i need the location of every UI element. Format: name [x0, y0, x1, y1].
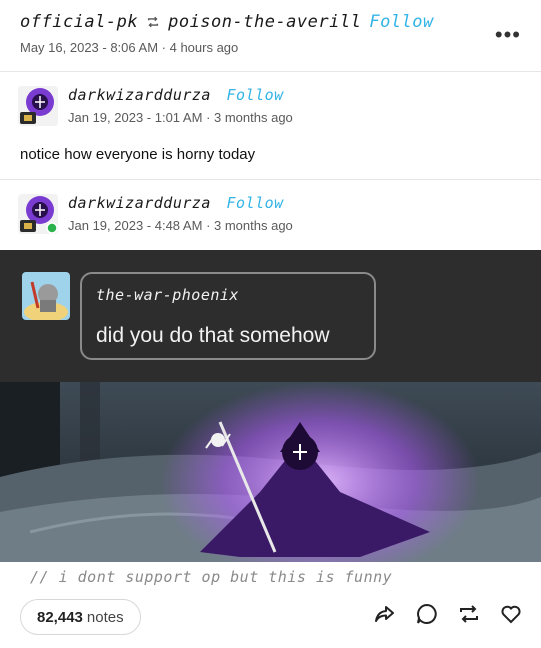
trail-header: darkwizarddurza Follow [68, 86, 284, 104]
post-artwork-image[interactable] [0, 382, 541, 562]
dark-wizard-artwork [0, 382, 541, 562]
separator-dot: · [206, 218, 215, 233]
share-icon [375, 606, 394, 622]
reply-icon [417, 603, 437, 624]
knight-avatar-icon [22, 272, 70, 320]
follow-button[interactable]: Follow [369, 12, 433, 32]
notes-button[interactable]: 82,443 notes [20, 599, 141, 635]
notes-count: 82,443 [37, 608, 83, 626]
post-author-link[interactable]: official-pk [20, 12, 138, 32]
post-footer: 82,443 notes [0, 596, 541, 648]
trail-header: darkwizarddurza Follow [68, 194, 284, 212]
avatar[interactable] [18, 86, 58, 126]
wizard-avatar-icon [18, 194, 58, 234]
reblogged-from-link[interactable]: poison-the-averill [168, 12, 361, 32]
like-icon [501, 605, 521, 624]
wizard-avatar-icon [18, 86, 58, 126]
trail-date[interactable]: Jan 19, 2023 - 1:01 AM [68, 110, 202, 125]
follow-button[interactable]: Follow [227, 86, 284, 104]
like-button[interactable] [499, 602, 523, 626]
reblog-button[interactable] [457, 602, 481, 626]
more-icon[interactable]: ••• [495, 22, 521, 48]
trail-relative-time: 3 months ago [214, 218, 293, 233]
reply-button[interactable] [415, 602, 439, 626]
reply-avatar [22, 272, 70, 320]
post-caption: // i dont support op but this is funny [30, 568, 393, 586]
trail-username-link[interactable]: darkwizarddurza [68, 194, 211, 212]
embedded-reply-screenshot: the-war-phoenix did you do that somehow [0, 250, 541, 382]
reply-username: the-war-phoenix [96, 286, 239, 304]
trail-relative-time: 3 months ago [214, 110, 293, 125]
post-actions [373, 602, 523, 626]
trail-date[interactable]: Jan 19, 2023 - 4:48 AM [68, 218, 202, 233]
share-button[interactable] [373, 602, 397, 626]
follow-button[interactable]: Follow [227, 194, 284, 212]
post-relative-time: 4 hours ago [169, 40, 239, 55]
reblog-trail-item: darkwizarddurza Follow Jan 19, 2023 - 1:… [0, 72, 541, 180]
trail-timestamp: Jan 19, 2023 - 1:01 AM · 3 months ago [68, 110, 293, 125]
reply-text: did you do that somehow [96, 324, 330, 347]
post-timestamp: May 16, 2023 - 8:06 AM · 4 hours ago [20, 40, 238, 55]
notes-label: notes [86, 608, 124, 626]
trail-username-link[interactable]: darkwizarddurza [68, 86, 211, 104]
separator-dot: · [206, 110, 215, 125]
trail-body-text: notice how everyone is horny today [20, 146, 256, 163]
post-attribution: official-pk poison-the-averill Follow [20, 12, 434, 32]
separator-dot: · [161, 40, 170, 55]
reblog-mini-icon [148, 16, 159, 28]
reply-bubble: the-war-phoenix did you do that somehow [80, 272, 376, 360]
reblog-trail-item: darkwizarddurza Follow Jan 19, 2023 - 4:… [0, 180, 541, 250]
post-header: official-pk poison-the-averill Follow Ma… [0, 0, 541, 72]
avatar[interactable] [18, 194, 58, 234]
trail-timestamp: Jan 19, 2023 - 4:48 AM · 3 months ago [68, 218, 293, 233]
reblog-icon [460, 605, 478, 623]
post-date[interactable]: May 16, 2023 - 8:06 AM [20, 40, 158, 55]
